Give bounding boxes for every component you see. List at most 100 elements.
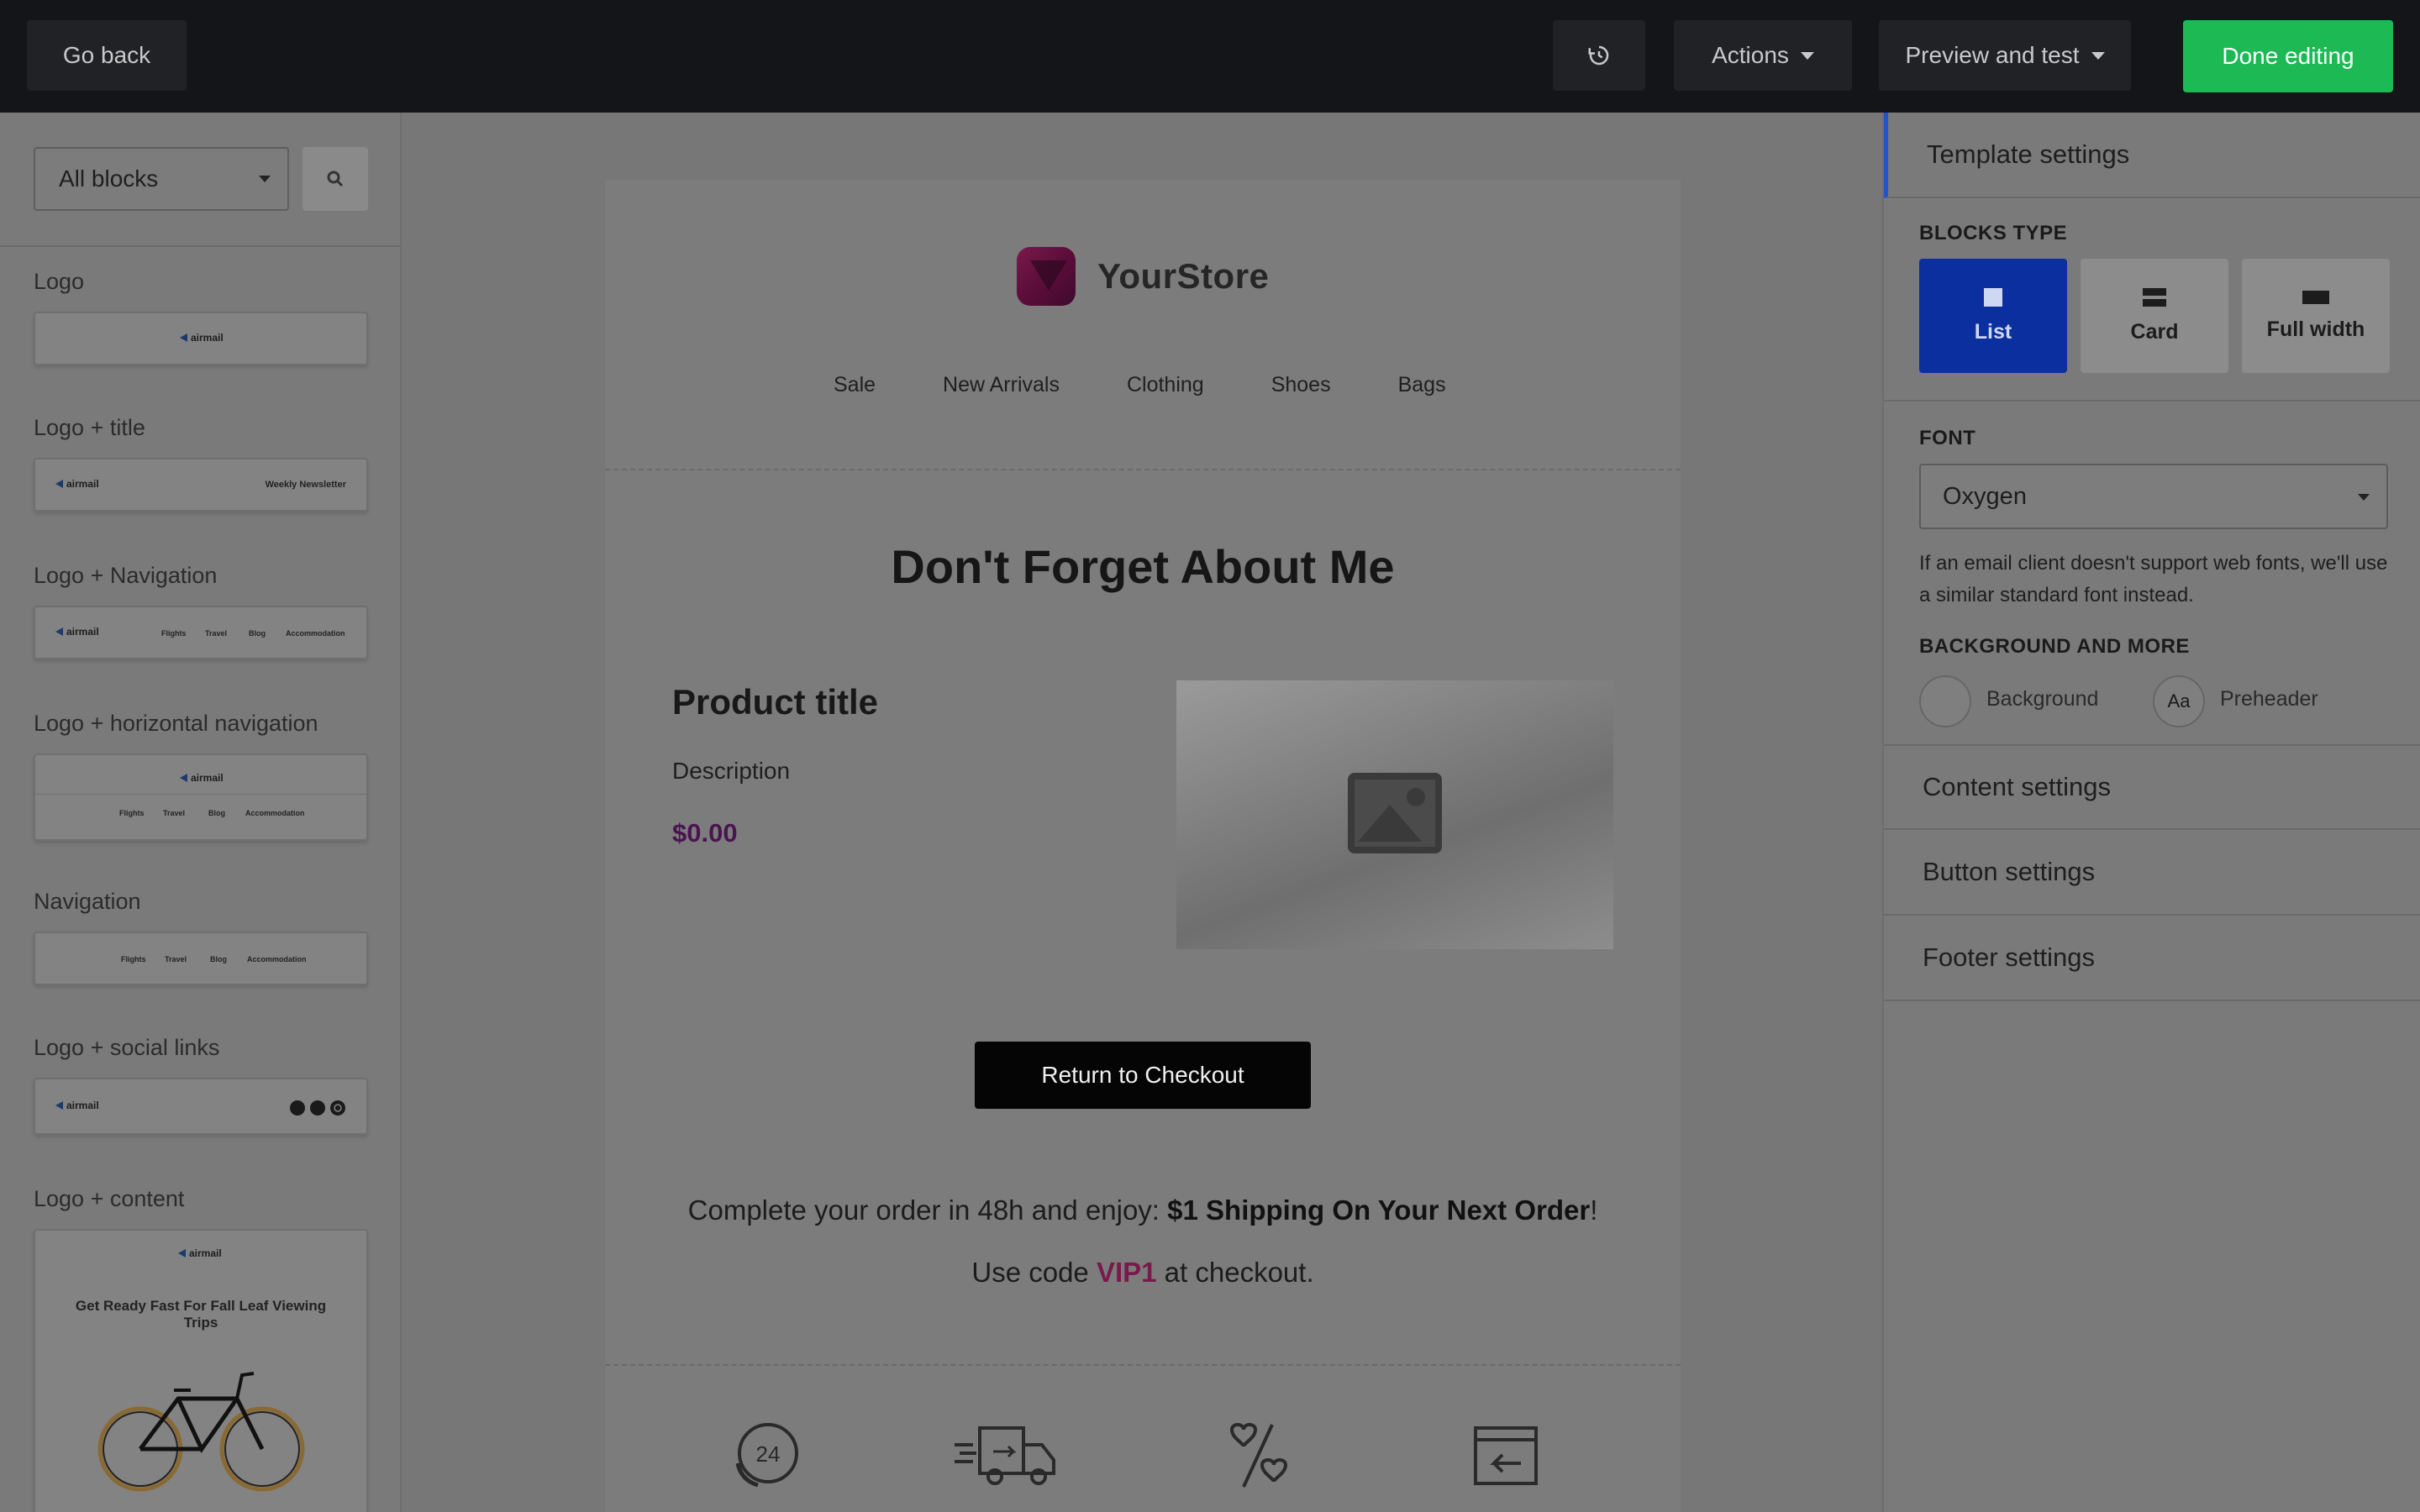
block-label: Logo <box>34 269 85 294</box>
block-thumb-logo-content[interactable]: airmail Get Ready Fast For Fall Leaf Vie… <box>34 1229 368 1512</box>
block-logo-title: Logo + title airmail Weekly Newsletter <box>34 415 368 512</box>
social-icons <box>290 1100 345 1116</box>
mini-nav-item: Blog <box>208 809 225 817</box>
block-thumb-logo-title[interactable]: airmail Weekly Newsletter <box>34 458 368 512</box>
features-row[interactable]: 24 <box>605 1420 1681 1512</box>
mini-logo: airmail <box>55 626 99 638</box>
background-color-swatch[interactable] <box>1919 675 1971 727</box>
done-editing-button[interactable]: Done editing <box>2183 20 2393 92</box>
block-logo-social-links: Logo + social links airmail <box>34 1035 368 1135</box>
block-label: Logo + title <box>34 415 145 440</box>
product-title[interactable]: Product title <box>672 682 878 722</box>
preheader-swatch[interactable]: Aa <box>2153 675 2205 727</box>
block-thumb-logo-horizontal-navigation[interactable]: airmail Flights Travel Blog Accommodatio… <box>34 753 368 841</box>
template-settings-header[interactable]: Template settings <box>1884 113 2420 198</box>
block-label: Logo + horizontal navigation <box>34 711 318 736</box>
settings-panel: Template settings BLOCKS TYPE List Card … <box>1882 113 2420 1512</box>
history-button[interactable] <box>1553 20 1645 91</box>
email-nav-new-arrivals[interactable]: New Arrivals <box>943 373 1060 397</box>
card-label: Card <box>2130 319 2179 344</box>
list-block-icon <box>1984 287 2002 307</box>
instagram-icon <box>330 1100 345 1116</box>
blocks-type-card[interactable]: Card <box>2081 259 2228 373</box>
top-toolbar: Go back Actions Preview and test <box>0 0 2420 113</box>
mini-logo: airmail <box>55 1100 99 1111</box>
block-navigation: Navigation Flights Travel Blog Accommoda… <box>34 889 368 985</box>
go-back-label: Go back <box>62 42 151 68</box>
promo-highlight: $1 Shipping On Your Next Order <box>1167 1194 1591 1226</box>
template-settings-label: Template settings <box>1927 139 2130 169</box>
card-block-icon <box>2143 287 2166 307</box>
promo-line-2[interactable]: Use code VIP1 at checkout. <box>605 1257 1681 1289</box>
blocks-type-full-width[interactable]: Full width <box>2242 259 2390 373</box>
block-thumb-logo[interactable]: airmail <box>34 312 368 365</box>
airmail-logo-icon <box>55 627 63 636</box>
airmail-logo-icon <box>55 480 63 488</box>
store-logo[interactable]: YourStore <box>1017 247 1269 306</box>
history-icon <box>1588 45 1609 66</box>
mini-nav-item: Blog <box>249 629 266 638</box>
email-nav-bags[interactable]: Bags <box>1398 373 1446 397</box>
list-label: List <box>1974 319 2012 344</box>
email-nav-sale[interactable]: Sale <box>834 373 876 397</box>
return-box-icon <box>1474 1426 1538 1485</box>
background-label[interactable]: Background <box>1986 687 2098 711</box>
cta-label: Return to Checkout <box>1041 1062 1244 1088</box>
email-headline[interactable]: Don't Forget About Me <box>605 539 1681 594</box>
product-price[interactable]: $0.00 <box>672 818 738 848</box>
preview-label: Preview and test <box>1905 42 2080 68</box>
footer-settings-header[interactable]: Footer settings <box>1884 916 2420 1001</box>
chevron-down-icon <box>259 176 271 182</box>
return-to-checkout-button[interactable]: Return to Checkout <box>975 1042 1311 1109</box>
blocks-sidebar: All blocks Logo airmail Logo + title air… <box>0 113 402 1512</box>
block-logo: Logo airmail <box>34 269 368 365</box>
mini-logo: airmail <box>180 332 224 344</box>
mini-nav-item: Flights <box>121 955 146 963</box>
button-settings-header[interactable]: Button settings <box>1884 830 2420 916</box>
footer-settings-label: Footer settings <box>1923 942 2096 972</box>
font-label: FONT <box>1919 427 1976 449</box>
content-settings-header[interactable]: Content settings <box>1884 744 2420 830</box>
mini-logo: airmail <box>178 1247 222 1259</box>
chevron-down-icon <box>2358 494 2370 501</box>
mini-nav-item: Flights <box>161 629 187 638</box>
block-thumb-logo-navigation[interactable]: airmail Flights Travel Blog Accommodatio… <box>34 606 368 659</box>
mini-nav-item: Accommodation <box>247 955 307 963</box>
mini-logo: airmail <box>180 772 224 784</box>
support-24h-icon: 24 <box>735 1423 798 1488</box>
block-thumb-navigation[interactable]: Flights Travel Blog Accommodation <box>34 932 368 985</box>
full-width-label: Full width <box>2266 317 2365 341</box>
done-editing-label: Done editing <box>2222 43 2354 69</box>
font-help-text: If an email client doesn't support web f… <box>1919 552 2388 606</box>
block-thumb-logo-social[interactable]: airmail <box>34 1078 368 1135</box>
blocks-type-label: BLOCKS TYPE <box>1919 222 2068 244</box>
preheader-label[interactable]: Preheader <box>2220 687 2318 711</box>
store-name: YourStore <box>1097 256 1270 296</box>
product-description[interactable]: Description <box>672 758 790 785</box>
promo-code: VIP1 <box>1096 1257 1157 1288</box>
search-button[interactable] <box>302 147 368 211</box>
email-nav-clothing[interactable]: Clothing <box>1127 373 1204 397</box>
font-select[interactable]: Oxygen <box>1919 464 2388 529</box>
mini-nav-item: Blog <box>210 955 227 963</box>
go-back-button[interactable]: Go back <box>27 20 187 91</box>
actions-dropdown[interactable]: Actions <box>1674 20 1852 91</box>
email-preview[interactable]: YourStore Sale New Arrivals Clothing Sho… <box>605 180 1681 1512</box>
product-image[interactable] <box>1176 680 1613 949</box>
chevron-down-icon <box>1800 51 1814 60</box>
content-settings-label: Content settings <box>1923 772 2112 801</box>
promo-line-1[interactable]: Complete your order in 48h and enjoy: $1… <box>605 1194 1681 1226</box>
mini-heading: Get Ready Fast For Fall Leaf Viewing Tri… <box>75 1298 327 1331</box>
airmail-logo-icon <box>55 1101 63 1110</box>
email-nav-shoes[interactable]: Shoes <box>1271 373 1331 397</box>
chevron-down-icon <box>2091 51 2105 60</box>
blocks-type-list[interactable]: List <box>1919 259 2067 373</box>
blocks-type-select[interactable]: All blocks <box>34 147 289 211</box>
button-settings-label: Button settings <box>1923 857 2096 886</box>
preview-and-test-dropdown[interactable]: Preview and test <box>1879 20 2131 91</box>
mini-nav-item: Travel <box>163 809 186 817</box>
block-label: Logo + Navigation <box>34 563 218 588</box>
search-icon <box>327 171 344 187</box>
blocks-filter: All blocks <box>0 113 400 247</box>
mini-nav-item: Accommodation <box>245 809 305 817</box>
